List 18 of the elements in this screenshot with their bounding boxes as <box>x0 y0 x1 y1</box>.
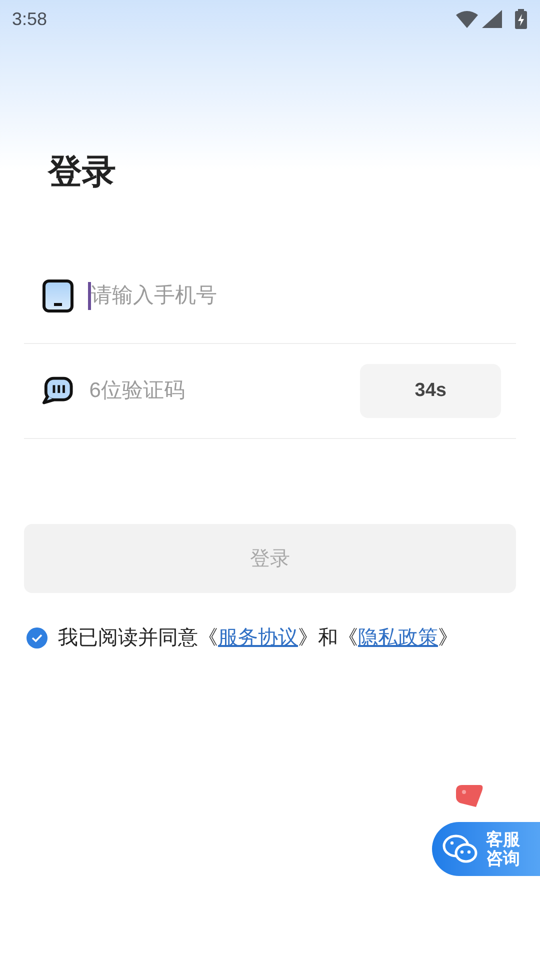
tablet-icon <box>42 279 74 313</box>
agreement-text: 我已阅读并同意《服务协议》和《隐私政策》 <box>58 626 458 651</box>
support-button[interactable]: 客服 咨询 <box>432 822 540 876</box>
wifi-icon <box>456 10 478 28</box>
signal-icon <box>482 10 502 28</box>
phone-input-field[interactable]: 请输入手机号 <box>91 280 516 312</box>
status-time: 3:58 <box>12 8 48 30</box>
chat-bubble-icon <box>42 376 74 406</box>
support-label: 咨询 <box>486 849 520 868</box>
code-input-field[interactable]: 6位验证码 <box>89 375 360 407</box>
battery-icon <box>514 9 528 29</box>
page-title: 登录 <box>48 152 117 193</box>
agreement-link[interactable]: 服务协议 <box>218 627 298 649</box>
checkbox-icon[interactable] <box>26 627 48 649</box>
chat-icon <box>442 834 478 864</box>
countdown-button[interactable]: 34s <box>360 364 501 418</box>
support-label: 客服 <box>486 830 520 849</box>
agreement-link[interactable]: 隐私政策 <box>358 627 438 649</box>
